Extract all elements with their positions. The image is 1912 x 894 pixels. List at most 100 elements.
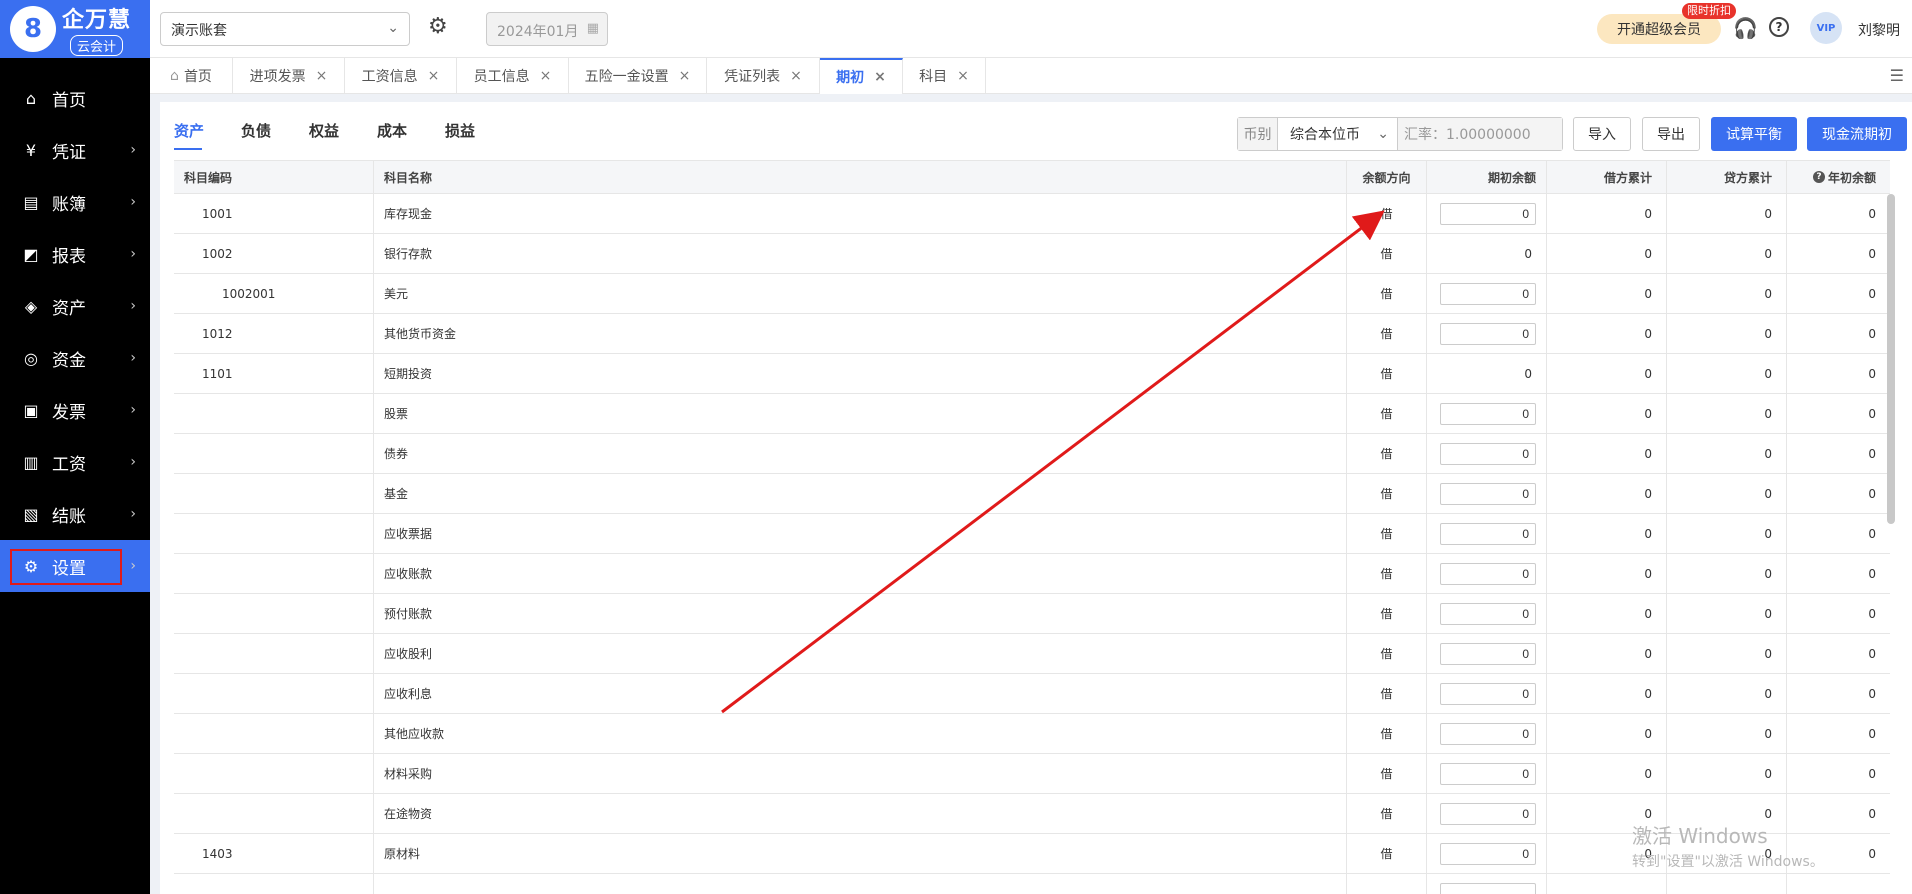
close-icon[interactable]: × bbox=[540, 68, 552, 84]
opening-balance-input[interactable] bbox=[1440, 682, 1536, 705]
subtab-3[interactable]: 成本 bbox=[377, 120, 407, 141]
cell-credit: 0 bbox=[1667, 354, 1787, 393]
opening-balance-input[interactable] bbox=[1440, 722, 1536, 745]
sidebar-item-label: 结账 bbox=[52, 506, 86, 527]
opening-balance-input[interactable] bbox=[1440, 642, 1536, 665]
opening-balance-input[interactable] bbox=[1440, 482, 1536, 505]
cell-direction: 借 bbox=[1347, 754, 1427, 793]
sidebar-item-3[interactable]: ◩ 报表 › bbox=[0, 228, 150, 280]
cell-code: 1001 bbox=[174, 194, 374, 233]
subtab-0[interactable]: 资产 bbox=[174, 120, 204, 141]
sidebar-icon: ▤ bbox=[23, 192, 39, 212]
opening-balance-input[interactable] bbox=[1440, 762, 1536, 785]
cell-name: 美元 bbox=[374, 274, 1347, 313]
cell-debit: 0 bbox=[1547, 354, 1667, 393]
chevron-right-icon: › bbox=[130, 402, 136, 418]
tab-3[interactable]: 员工信息 × bbox=[457, 58, 569, 94]
cell-name bbox=[374, 874, 1347, 894]
tab-1[interactable]: 进项发票 × bbox=[233, 58, 345, 94]
subtab-1[interactable]: 负债 bbox=[241, 120, 271, 141]
cell-year-opening: 0 bbox=[1868, 286, 1876, 301]
headset-icon[interactable]: 🎧 bbox=[1733, 16, 1758, 40]
list-menu-icon[interactable]: ☰ bbox=[1890, 66, 1904, 85]
opening-balance-input[interactable] bbox=[1440, 882, 1536, 894]
close-icon[interactable]: × bbox=[874, 69, 886, 85]
sidebar-item-8[interactable]: ▧ 结账 › bbox=[0, 488, 150, 540]
sidebar-item-2[interactable]: ▤ 账簿 › bbox=[0, 176, 150, 228]
sidebar-icon: ◩ bbox=[23, 244, 39, 264]
import-button[interactable]: 导入 bbox=[1573, 117, 1631, 151]
table-scrollbar[interactable] bbox=[1887, 194, 1895, 524]
calendar-icon: ▦ bbox=[586, 21, 599, 36]
cell-year-opening: 0 bbox=[1868, 446, 1876, 461]
tab-7[interactable]: 科目 × bbox=[903, 58, 986, 94]
tab-2[interactable]: 工资信息 × bbox=[345, 58, 457, 94]
account-set-select[interactable]: 演示账套 ⌄ bbox=[160, 12, 410, 46]
cell-direction: 借 bbox=[1347, 674, 1427, 713]
windows-activation-watermark: 激活 Windows 转到"设置"以激活 Windows。 bbox=[1632, 820, 1824, 871]
sidebar-item-5[interactable]: ◎ 资金 › bbox=[0, 332, 150, 384]
cell-opening: 0 bbox=[1427, 354, 1547, 393]
opening-balance-input[interactable] bbox=[1440, 522, 1536, 545]
sidebar-item-7[interactable]: ▥ 工资 › bbox=[0, 436, 150, 488]
sidebar-item-4[interactable]: ◈ 资产 › bbox=[0, 280, 150, 332]
close-icon[interactable]: × bbox=[428, 68, 440, 84]
sidebar-item-1[interactable]: ¥ 凭证 › bbox=[0, 124, 150, 176]
username[interactable]: 刘黎明 bbox=[1858, 20, 1900, 40]
header-code: 科目编码 bbox=[174, 161, 374, 193]
cell-opening bbox=[1427, 714, 1547, 753]
export-button[interactable]: 导出 bbox=[1642, 117, 1700, 151]
cell-code: 1012 bbox=[174, 314, 374, 353]
cell-code bbox=[174, 394, 374, 433]
cell-debit: 0 bbox=[1547, 274, 1667, 313]
opening-balance-input[interactable] bbox=[1440, 402, 1536, 425]
opening-balance-input[interactable] bbox=[1440, 602, 1536, 625]
opening-balance-input[interactable] bbox=[1440, 282, 1536, 305]
tab-4[interactable]: 五险一金设置 × bbox=[569, 58, 707, 94]
period-picker[interactable]: 2024年01月 ▦ bbox=[486, 12, 608, 46]
trial-balance-button[interactable]: 试算平衡 bbox=[1711, 117, 1797, 151]
opening-balance-input[interactable] bbox=[1440, 322, 1536, 345]
watermark-line2: 转到"设置"以激活 Windows。 bbox=[1632, 854, 1824, 870]
opening-balance-input[interactable] bbox=[1440, 802, 1536, 825]
currency-select[interactable]: 综合本位币 ⌄ bbox=[1278, 118, 1398, 150]
cell-name: 应收票据 bbox=[374, 514, 1347, 553]
opening-balance-input[interactable] bbox=[1440, 842, 1536, 865]
chevron-right-icon: › bbox=[130, 298, 136, 314]
subtab-4[interactable]: 损益 bbox=[445, 120, 475, 141]
cell-direction: 借 bbox=[1347, 314, 1427, 353]
close-icon[interactable]: × bbox=[790, 68, 802, 84]
cell-direction: 借 bbox=[1347, 554, 1427, 593]
cell-opening: 0 bbox=[1427, 234, 1547, 273]
subtab-2[interactable]: 权益 bbox=[309, 120, 339, 141]
help-icon[interactable]: ? bbox=[1769, 17, 1789, 37]
opening-balance-input[interactable] bbox=[1440, 202, 1536, 225]
header-direction: 余额方向 bbox=[1347, 161, 1427, 193]
tab-6[interactable]: 期初 × bbox=[820, 58, 903, 94]
cashflow-opening-button[interactable]: 现金流期初 bbox=[1807, 117, 1907, 151]
cell-debit: 0 bbox=[1547, 514, 1667, 553]
sidebar-item-6[interactable]: ▣ 发票 › bbox=[0, 384, 150, 436]
brand-logo[interactable]: 8 企万慧 云会计 bbox=[0, 0, 150, 58]
cell-name: 债券 bbox=[374, 434, 1347, 473]
tab-0[interactable]: ⌂ 首页 bbox=[150, 58, 233, 94]
chevron-right-icon: › bbox=[130, 194, 136, 210]
cell-direction: 借 bbox=[1347, 834, 1427, 873]
opening-balance-input[interactable] bbox=[1440, 442, 1536, 465]
tab-5[interactable]: 凭证列表 × bbox=[707, 58, 820, 94]
close-icon[interactable]: × bbox=[957, 68, 969, 84]
tab-label: 期初 bbox=[836, 70, 865, 86]
close-icon[interactable]: × bbox=[679, 68, 691, 84]
table-row: 基金借 0 0 0 bbox=[174, 474, 1890, 514]
chevron-right-icon: › bbox=[130, 454, 136, 470]
table-row: 1001 库存现金借 0 0 0 bbox=[174, 194, 1890, 234]
cell-opening bbox=[1427, 514, 1547, 553]
close-icon[interactable]: × bbox=[316, 68, 328, 84]
opening-balance-input[interactable] bbox=[1440, 562, 1536, 585]
gear-icon[interactable]: ⚙ bbox=[428, 14, 448, 39]
table-row: 1101 短期投资借 0 0 0 0 bbox=[174, 354, 1890, 394]
cell-debit bbox=[1547, 874, 1667, 894]
sidebar-item-0[interactable]: ⌂ 首页 bbox=[0, 72, 150, 124]
avatar[interactable]: VIP bbox=[1810, 12, 1842, 44]
period-value: 2024年01月 bbox=[497, 24, 579, 40]
